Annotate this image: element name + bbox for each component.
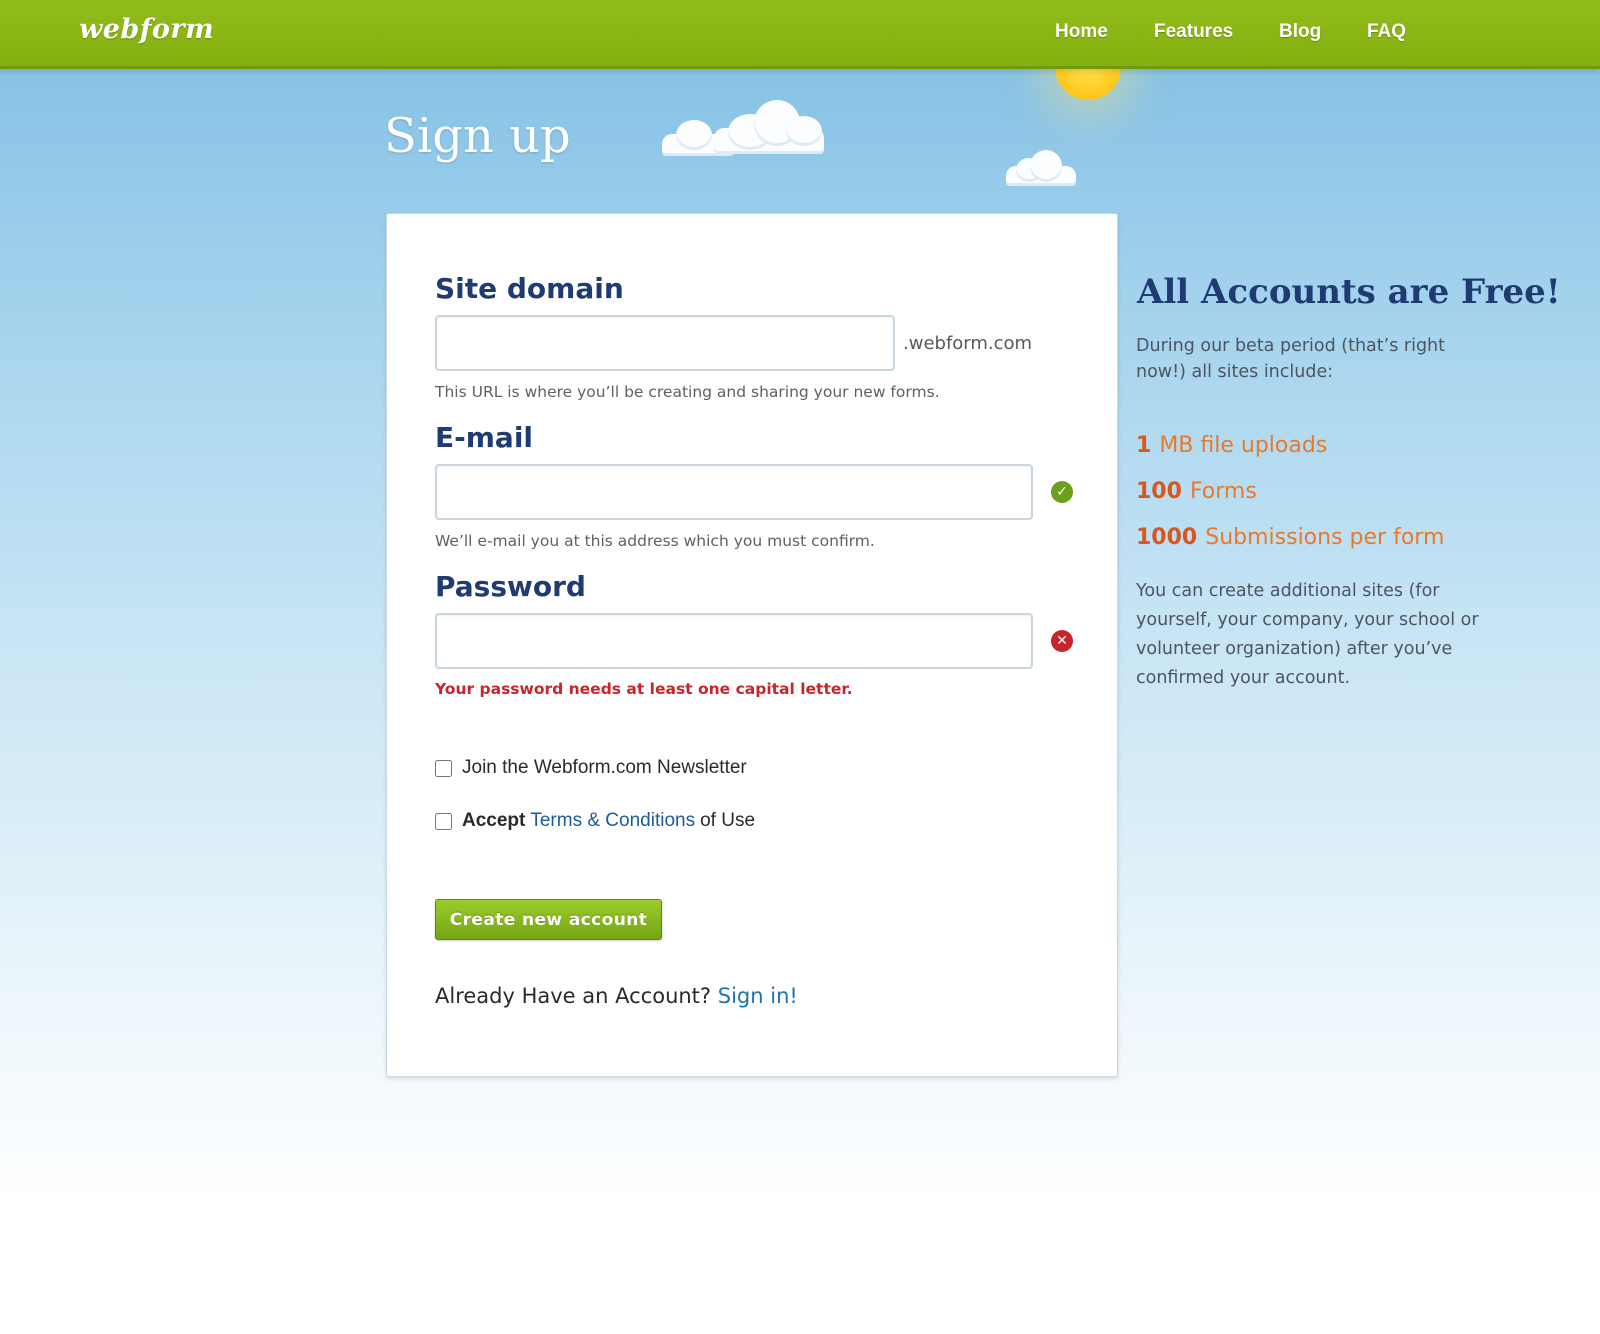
terms-option[interactable]: Accept Terms & Conditions of Use [435, 810, 755, 832]
domain-suffix: .webform.com [903, 333, 1033, 354]
email-hint: We’ll e-mail you at this address which y… [435, 532, 875, 550]
nav-blog[interactable]: Blog [1279, 21, 1321, 43]
password-label: Password [435, 570, 586, 603]
signin-link[interactable]: Sign in! [718, 984, 798, 1008]
x-circle-icon: ✕ [1051, 630, 1073, 652]
perk-label: MB file uploads [1159, 433, 1328, 458]
perk-amount: 1000 [1136, 525, 1198, 550]
top-nav-bar: webform Home Features Blog FAQ [0, 0, 1600, 69]
perk-item: 1 MB file uploads [1136, 433, 1327, 458]
sidebar-intro-line: now!) all sites include: [1136, 362, 1334, 382]
email-label: E-mail [435, 421, 534, 454]
perk-item: 1000 Submissions per form [1136, 525, 1444, 550]
sidebar-note: You can create additional sites (for you… [1136, 577, 1479, 693]
page-title: Sign up [384, 108, 571, 164]
site-domain-input[interactable] [435, 315, 895, 371]
nav-features[interactable]: Features [1154, 21, 1233, 43]
newsletter-label: Join the Webform.com Newsletter [462, 757, 747, 778]
sidebar-note-line: yourself, your company, your school or [1136, 610, 1479, 630]
sidebar-note-line: You can create additional sites (for [1136, 581, 1440, 601]
sidebar-intro: During our beta period (that’s right now… [1136, 333, 1445, 385]
site-domain-label: Site domain [435, 272, 624, 305]
cloud-illustration [1006, 150, 1076, 186]
create-account-button[interactable]: Create new account [435, 899, 662, 940]
sidebar-title: All Accounts are Free! [1137, 272, 1561, 312]
sidebar-intro-line: During our beta period (that’s right [1136, 336, 1446, 356]
perk-item: 100 Forms [1136, 479, 1257, 504]
email-input[interactable] [435, 464, 1033, 520]
newsletter-checkbox[interactable] [435, 759, 452, 777]
perk-amount: 1 [1136, 433, 1152, 458]
password-input[interactable] [435, 613, 1033, 669]
terms-accept-label: Accept [462, 810, 526, 831]
signin-prompt-line: Already Have an Account? Sign in! [435, 984, 798, 1008]
sidebar-note-line: confirmed your account. [1136, 668, 1351, 688]
site-domain-hint: This URL is where you’ll be creating and… [435, 383, 940, 401]
cloud-illustration [662, 100, 828, 158]
sidebar-note-line: volunteer organization) after you’ve [1136, 639, 1453, 659]
perk-label: Submissions per form [1205, 525, 1445, 550]
terms-conditions-link[interactable]: Terms & Conditions [530, 810, 695, 832]
signin-prompt: Already Have an Account? [435, 984, 712, 1008]
check-circle-icon: ✓ [1051, 481, 1073, 503]
newsletter-option[interactable]: Join the Webform.com Newsletter [435, 757, 747, 779]
terms-checkbox[interactable] [435, 812, 452, 830]
webform-logo[interactable]: webform [79, 14, 214, 45]
nav-home[interactable]: Home [1055, 21, 1108, 43]
nav-faq[interactable]: FAQ [1367, 21, 1406, 43]
perk-label: Forms [1189, 479, 1257, 504]
signup-form-card: Site domain .webform.com This URL is whe… [386, 213, 1118, 1077]
password-error-message: Your password needs at least one capital… [435, 680, 853, 698]
perk-amount: 100 [1136, 479, 1182, 504]
terms-suffix-label: of Use [700, 810, 756, 831]
